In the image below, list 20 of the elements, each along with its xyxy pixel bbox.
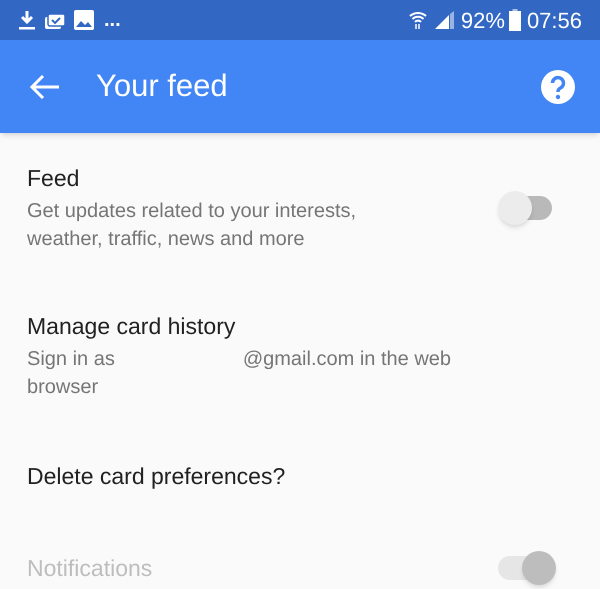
more-notifications-text: ... [104, 10, 121, 30]
image-icon [74, 10, 94, 30]
setting-title: Delete card preferences? [27, 462, 286, 491]
help-icon[interactable] [540, 68, 576, 104]
back-arrow-icon[interactable] [30, 74, 60, 98]
wifi-icon [408, 10, 427, 30]
download-icon [18, 10, 36, 30]
settings-row[interactable]: Feed Get updates related to your interests, weather, traffic, news and more [0, 133, 600, 275]
screen-title: Your feed [96, 67, 229, 106]
settings-row[interactable]: Manage card history Sign in as @gmail.com in the web browser [0, 275, 600, 431]
setting-title: Feed [27, 164, 80, 193]
setting-title: Notifications [27, 554, 154, 583]
setting-title: Manage card history [27, 312, 236, 341]
battery-icon [508, 9, 521, 31]
clock-time: 07:56 [526, 6, 582, 34]
settings-row[interactable]: Delete card preferences? [0, 431, 600, 517]
battery-percentage: 92% [460, 6, 505, 34]
setting-description: Get updates related to your interests, weather, traffic, news and more [27, 199, 358, 252]
signal-icon [434, 11, 455, 29]
setting-description: Sign in as @gmail.com in the web browser [27, 347, 452, 400]
